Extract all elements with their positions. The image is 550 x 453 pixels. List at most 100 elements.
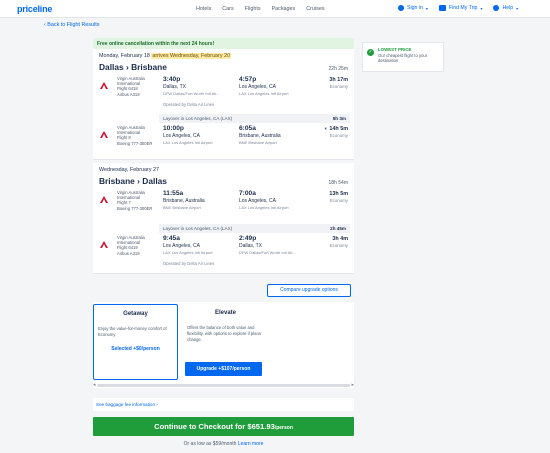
nav-packages[interactable]: Packages: [272, 6, 296, 12]
help-button[interactable]: Help ▾: [493, 5, 518, 11]
route-row: Dallas › Brisbane 22h 25m: [99, 62, 348, 72]
operated-by: Operated by Delta Air Lines: [163, 261, 215, 266]
arrival-info: 4:57p Los Angeles, CA LAX Los Angeles In…: [239, 76, 289, 96]
departure-city: Los Angeles, CA: [163, 133, 200, 139]
learn-more-link[interactable]: Learn more: [238, 441, 264, 447]
departure-time: 11:55a: [163, 190, 184, 197]
scroll-track[interactable]: [97, 384, 350, 387]
arrival-info: 7:00a Los Angeles, CA LAX Los Angeles In…: [239, 190, 289, 210]
arrival-airport: LAX Los Angeles Intl Airport: [239, 205, 289, 210]
segment-duration-value: 3h 4m: [332, 236, 348, 242]
departure-time: 3:40p: [163, 76, 181, 83]
trip-details: Free online cancellation within the next…: [93, 38, 354, 274]
segment-duration-value: ◐ 14h 5m: [325, 126, 348, 132]
arrival-airport: LAX Los Angeles Intl Airport: [239, 91, 289, 96]
airline-info: Virgin Australia International Flight 7 …: [117, 190, 157, 211]
operated-by: Operated by Delta Air Lines: [163, 102, 215, 107]
segment-duration: 13h 5m Economy: [329, 191, 348, 203]
options-scrollbar[interactable]: ◂ ▸: [93, 382, 354, 388]
aircraft: Boeing 777-300ER: [117, 140, 153, 146]
flight-segment: Virgin Australia International Flight 7 …: [93, 188, 354, 224]
route-title: Brisbane › Dallas: [99, 176, 167, 186]
arrival-city: Brisbane, Australia: [239, 133, 281, 139]
leg-header: Monday, February 18 arrives Wednesday, F…: [93, 49, 354, 74]
cabin-class: Economy: [329, 133, 348, 138]
flight-segment: Virgin Australia International Flight 64…: [93, 74, 354, 114]
priceline-logo[interactable]: priceline: [17, 4, 52, 14]
free-cancellation-banner: Free online cancellation within the next…: [93, 38, 354, 49]
departure-city: Dallas, TX: [163, 84, 186, 90]
arrival-time: 6:05a: [239, 125, 256, 132]
departure-airport: LAX Los Angeles Intl Airport: [163, 140, 213, 145]
departure-airport: DFW Dallas/Fort Worth Intl Air...: [163, 91, 220, 96]
segment-duration: ◐ 14h 5m Economy: [325, 126, 348, 138]
virgin-australia-logo: [100, 82, 108, 89]
main-nav: Hotels Cars Flights Packages Cruises: [196, 6, 325, 12]
departure-city: Los Angeles, CA: [163, 243, 200, 249]
layover-time: 5h 3m: [332, 116, 346, 121]
flight-segment: Virgin Australia International Flight 8 …: [93, 123, 354, 159]
outbound-leg: Monday, February 18 arrives Wednesday, F…: [93, 49, 354, 160]
arrival-city: Los Angeles, CA: [239, 198, 276, 204]
leg-header: Wednesday, February 27 Brisbane › Dallas…: [93, 163, 354, 188]
upgrade-options: Getaway Enjoy the value-for-money comfor…: [93, 302, 354, 388]
lowest-price-badge: ✓ LOWEST PRICE Our cheapest flight to yo…: [362, 42, 444, 72]
leg-date: Monday, February 18 arrives Wednesday, F…: [99, 53, 348, 59]
sign-in-button[interactable]: Sign in ▾: [398, 5, 428, 11]
selected-status: Selected +$0/person: [111, 346, 160, 352]
departure-info: 9:45a Los Angeles, CA LAX Los Angeles In…: [163, 235, 213, 255]
nav-cruises[interactable]: Cruises: [306, 6, 324, 12]
airline-info: Virgin Australia International Flight 8 …: [117, 125, 157, 146]
airline-info: Virgin Australia International Flight 64…: [117, 235, 157, 256]
continue-to-checkout-button[interactable]: Continue to Checkout for $651.93/person: [93, 417, 354, 436]
segment-duration: 3h 4m Economy: [330, 236, 348, 248]
help-icon: [493, 5, 500, 11]
scroll-right-icon[interactable]: ▸: [351, 382, 354, 388]
checkmark-icon: ✓: [367, 49, 374, 56]
top-navigation-bar: priceline Hotels Cars Flights Packages C…: [0, 0, 550, 18]
arrival-city: Los Angeles, CA: [239, 84, 276, 90]
return-leg: Wednesday, February 27 Brisbane › Dallas…: [93, 163, 354, 274]
departure-info: 11:55a Brisbane, Australia BNE Brisbane …: [163, 190, 205, 210]
layover-text: Layover in Los Angeles, CA (LAX): [163, 116, 233, 121]
find-my-trip-label: Find My Trip: [448, 5, 478, 11]
segment-duration-value: 13h 5m: [329, 191, 348, 197]
flight-segment: Virgin Australia International Flight 64…: [93, 233, 354, 273]
departure-time: 9:45a: [163, 235, 180, 242]
route-row: Brisbane › Dallas 18h 54m: [99, 176, 348, 186]
arrival-airport: BNE Brisbane Airport: [239, 140, 277, 145]
route-title: Dallas › Brisbane: [99, 62, 167, 72]
nav-hotels[interactable]: Hotels: [196, 6, 211, 12]
find-my-trip-button[interactable]: Find My Trip ▾: [438, 5, 482, 11]
suitcase-icon: [438, 5, 446, 11]
option-description: Offers the balance of both value and fle…: [187, 325, 261, 342]
scroll-left-icon[interactable]: ◂: [93, 382, 96, 388]
arrival-info: 6:05a Brisbane, Australia BNE Brisbane A…: [239, 125, 281, 145]
option-name: Elevate: [214, 310, 236, 316]
nav-flights[interactable]: Flights: [245, 6, 261, 12]
getaway-option[interactable]: Getaway Enjoy the value-for-money comfor…: [93, 304, 178, 380]
compare-upgrade-options-button[interactable]: Compare upgrade options: [267, 284, 351, 297]
financing-note: Or as low as $59/month Learn more: [93, 441, 354, 447]
cabin-class: Economy: [329, 243, 348, 248]
arrival-info: 2:49p Dallas, TX DFW Dallas/Fort Worth I…: [239, 235, 296, 255]
arrival-time: 7:00a: [239, 190, 256, 197]
nav-cars[interactable]: Cars: [222, 6, 233, 12]
lowest-price-description: Our cheapest flight to your destination: [378, 53, 428, 63]
cabin-class: Economy: [329, 198, 348, 203]
layover-time: 2h 45m: [330, 226, 346, 231]
help-label: Help: [502, 5, 514, 11]
departure-time: 10:00p: [163, 125, 184, 132]
arrival-time: 4:57p: [239, 76, 257, 83]
aircraft: Airbus A319: [117, 91, 140, 97]
layover-info: Layover in Los Angeles, CA (LAX) 5h 3m: [159, 114, 350, 123]
aircraft: Airbus A319: [117, 250, 140, 256]
baggage-fee-link[interactable]: See baggage fee information ›: [93, 398, 354, 411]
elevate-option[interactable]: Elevate Offers the balance of both value…: [183, 304, 268, 380]
virgin-australia-logo: [100, 131, 108, 138]
airline-info: Virgin Australia International Flight 64…: [117, 76, 157, 97]
back-to-results-link[interactable]: ‹ Back to Flight Results: [44, 22, 99, 28]
aircraft: Boeing 777-300ER: [117, 205, 153, 211]
chevron-down-icon: ▾: [425, 5, 428, 11]
upgrade-elevate-button[interactable]: Upgrade +$107/person: [185, 362, 262, 376]
